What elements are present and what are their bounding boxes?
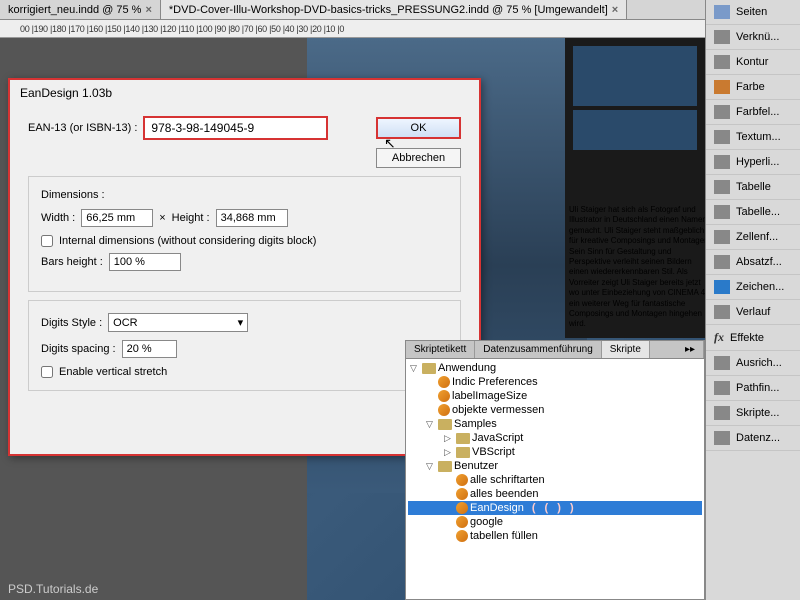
panel-icon xyxy=(714,180,730,194)
horizontal-ruler: 00 |190 |180 |170 |160 |150 |140 |130 |1… xyxy=(0,20,800,38)
dock-item-farbe[interactable]: Farbe xyxy=(706,75,800,100)
script-icon xyxy=(456,502,468,514)
tab-datamerge[interactable]: Datenzusammenführung xyxy=(475,341,602,358)
digits-style-select[interactable]: OCR▾ xyxy=(108,313,248,332)
dock-item-ausrich[interactable]: Ausrich... xyxy=(706,351,800,376)
bars-height-label: Bars height : xyxy=(41,256,103,268)
document-tab-active[interactable]: *DVD-Cover-Illu-Workshop-DVD-basics-tric… xyxy=(161,0,627,19)
panel-icon xyxy=(714,280,730,294)
tree-folder[interactable]: ▷JavaScript xyxy=(408,431,702,445)
dock-item-datenz[interactable]: Datenz... xyxy=(706,426,800,451)
folder-icon xyxy=(438,419,452,430)
panel-icon xyxy=(714,356,730,370)
dialog-title: EanDesign 1.03b xyxy=(10,80,479,106)
close-icon[interactable]: × xyxy=(145,4,151,16)
script-icon xyxy=(456,474,468,486)
script-icon xyxy=(438,390,450,402)
folder-icon xyxy=(438,461,452,472)
watermark: PSD.Tutorials.de xyxy=(0,578,106,600)
panel-icon xyxy=(714,155,730,169)
tree-script[interactable]: alle schriftarten xyxy=(408,473,702,487)
chevron-down-icon: ▾ xyxy=(238,316,244,329)
tree-folder-samples[interactable]: ▽Samples xyxy=(408,417,702,431)
dock-item-effekte[interactable]: fxEffekte xyxy=(706,325,800,351)
panel-icon xyxy=(714,130,730,144)
tree-script[interactable]: labelImageSize xyxy=(408,389,702,403)
width-label: Width : xyxy=(41,212,75,224)
panel-icon xyxy=(714,230,730,244)
dock-item-seiten[interactable]: Seiten xyxy=(706,0,800,25)
ok-button[interactable]: OK xyxy=(376,117,461,139)
internal-dimensions-checkbox[interactable] xyxy=(41,235,53,247)
script-icon xyxy=(456,530,468,542)
dock-item-pathfin[interactable]: Pathfin... xyxy=(706,376,800,401)
cancel-button[interactable]: Abbrechen xyxy=(376,148,461,168)
tab-scriptlabel[interactable]: Skriptetikett xyxy=(406,341,475,358)
dock-item-hyperli[interactable]: Hyperli... xyxy=(706,150,800,175)
panel-icon xyxy=(714,406,730,420)
panel-icon xyxy=(714,80,730,94)
document-tab[interactable]: korrigiert_neu.indd @ 75 %× xyxy=(0,0,161,19)
tree-script[interactable]: Indic Preferences xyxy=(408,375,702,389)
ean-label: EAN-13 (or ISBN-13) : xyxy=(28,122,137,134)
script-icon xyxy=(438,404,450,416)
dock-item-verkn[interactable]: Verknü... xyxy=(706,25,800,50)
dock-item-farbfel[interactable]: Farbfel... xyxy=(706,100,800,125)
panel-icon xyxy=(714,30,730,44)
digits-style-label: Digits Style : xyxy=(41,317,102,329)
dock-item-verlauf[interactable]: Verlauf xyxy=(706,300,800,325)
folder-icon xyxy=(456,433,470,444)
width-input[interactable] xyxy=(81,209,153,227)
right-dock: SeitenVerknü...KonturFarbeFarbfel...Text… xyxy=(705,0,800,600)
panel-icon xyxy=(714,255,730,269)
panel-icon xyxy=(714,381,730,395)
panel-icon xyxy=(714,305,730,319)
dock-item-tabelle[interactable]: Tabelle xyxy=(706,175,800,200)
height-input[interactable] xyxy=(216,209,288,227)
dock-item-tabelle[interactable]: Tabelle... xyxy=(706,200,800,225)
tree-script[interactable]: google xyxy=(408,515,702,529)
ean-input[interactable] xyxy=(143,116,328,140)
tree-script-eandesign[interactable]: EanDesign( ( ) ) xyxy=(408,501,702,515)
vertical-stretch-checkbox[interactable] xyxy=(41,366,53,378)
panel-icon: fx xyxy=(714,330,724,345)
dock-item-zellenf[interactable]: Zellenf... xyxy=(706,225,800,250)
folder-icon xyxy=(422,363,436,374)
dock-item-absatzf[interactable]: Absatzf... xyxy=(706,250,800,275)
script-icon xyxy=(456,516,468,528)
panel-icon xyxy=(714,105,730,119)
dock-item-zeichen[interactable]: Zeichen... xyxy=(706,275,800,300)
tree-folder[interactable]: ▷VBScript xyxy=(408,445,702,459)
dock-item-kontur[interactable]: Kontur xyxy=(706,50,800,75)
dimensions-label: Dimensions : xyxy=(41,189,448,201)
tree-script[interactable]: tabellen füllen xyxy=(408,529,702,543)
scripts-panel: Skriptetikett Datenzusammenführung Skrip… xyxy=(405,340,705,600)
panel-icon xyxy=(714,431,730,445)
dock-item-textum[interactable]: Textum... xyxy=(706,125,800,150)
panel-icon xyxy=(714,205,730,219)
panel-menu-icon[interactable]: ▸▸ xyxy=(677,341,704,358)
digits-spacing-input[interactable] xyxy=(122,340,177,358)
close-icon[interactable]: × xyxy=(612,4,618,16)
body-text: Uli Staiger hat sich als Fotograf und Il… xyxy=(567,203,705,332)
script-icon xyxy=(438,376,450,388)
height-label: Height : xyxy=(172,212,210,224)
tree-folder-user[interactable]: ▽Benutzer xyxy=(408,459,702,473)
tree-script[interactable]: objekte vermessen xyxy=(408,403,702,417)
panel-icon xyxy=(714,55,730,69)
dock-item-skripte[interactable]: Skripte... xyxy=(706,401,800,426)
folder-icon xyxy=(456,447,470,458)
panel-icon xyxy=(714,5,730,19)
digits-spacing-label: Digits spacing : xyxy=(41,343,116,355)
bars-height-input[interactable] xyxy=(109,253,181,271)
tree-script[interactable]: alles beenden xyxy=(408,487,702,501)
tab-scripts[interactable]: Skripte xyxy=(602,341,650,358)
tree-folder-app[interactable]: ▽Anwendung xyxy=(408,361,702,375)
script-icon xyxy=(456,488,468,500)
